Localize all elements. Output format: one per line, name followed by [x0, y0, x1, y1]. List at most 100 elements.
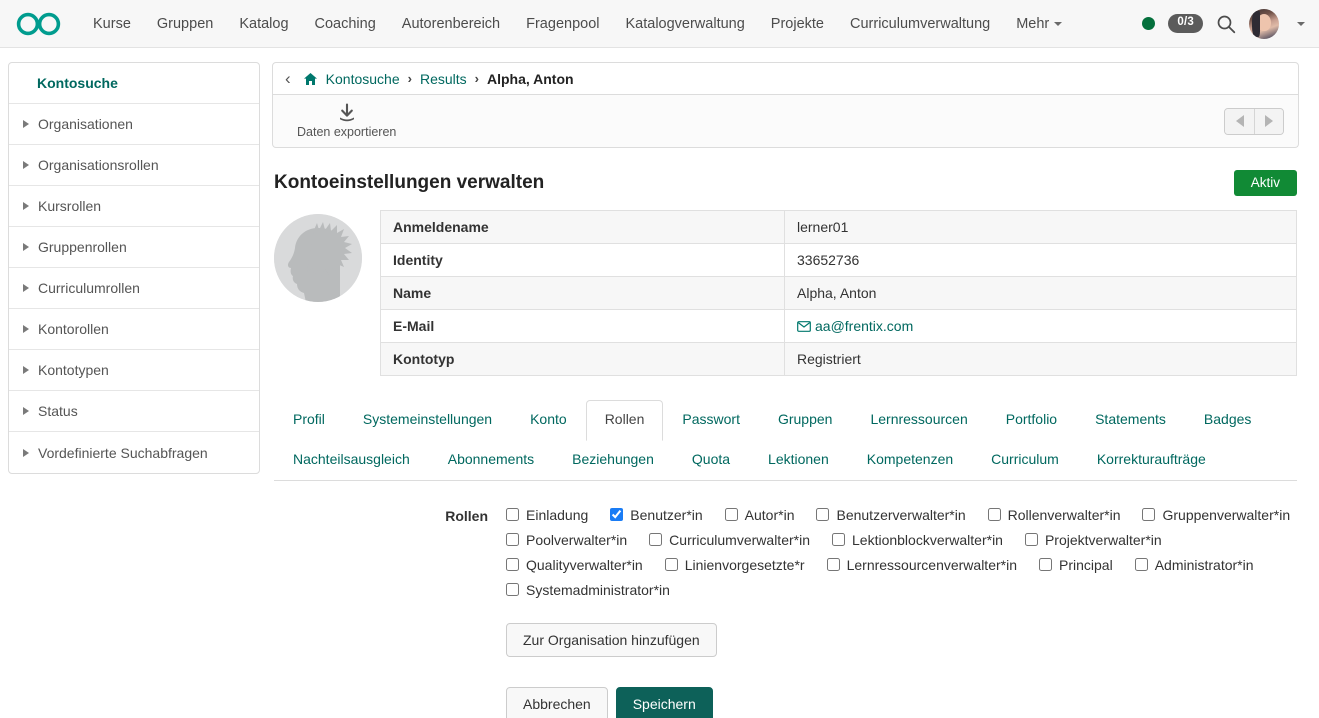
- checkbox-rollenverwalter[interactable]: Rollenverwalter*in: [987, 507, 1120, 523]
- sidebar-item-kontorollen[interactable]: Kontorollen: [9, 309, 259, 350]
- triangle-right-icon: [23, 161, 29, 169]
- nav-item-katalogverwaltung[interactable]: Katalogverwaltung: [612, 10, 757, 38]
- checkbox-input[interactable]: [1134, 558, 1148, 572]
- checkbox-input[interactable]: [649, 533, 663, 547]
- sidebar-item-organisationen[interactable]: Organisationen: [9, 104, 259, 145]
- checkbox-input[interactable]: [832, 533, 845, 547]
- checkbox-input[interactable]: [987, 508, 1001, 522]
- email-link[interactable]: aa@frentix.com: [815, 318, 913, 334]
- info-value: Alpha, Anton: [784, 276, 1297, 310]
- title-row: Kontoeinstellungen verwalten Aktiv: [274, 170, 1297, 196]
- add-to-organisation-button[interactable]: Zur Organisation hinzufügen: [506, 622, 717, 658]
- tab-quota[interactable]: Quota: [673, 440, 749, 480]
- nav-item-fragenpool[interactable]: Fragenpool: [513, 10, 612, 38]
- triangle-right-icon: [23, 448, 29, 457]
- tab-statements[interactable]: Statements: [1076, 400, 1185, 440]
- tab-gruppen[interactable]: Gruppen: [759, 400, 851, 440]
- export-data-button[interactable]: Daten exportieren: [291, 101, 402, 141]
- info-key: Kontotyp: [380, 342, 785, 376]
- checkbox-input[interactable]: [506, 508, 519, 522]
- breadcrumb-item-results[interactable]: Results: [420, 71, 467, 87]
- checkbox-input[interactable]: [506, 533, 519, 547]
- checkbox-benutzerverwalter[interactable]: Benutzerverwalter*in: [816, 507, 966, 523]
- cancel-button[interactable]: Abbrechen: [506, 687, 608, 718]
- sidebar-item-kontotypen[interactable]: Kontotypen: [9, 350, 259, 391]
- sidebar-item-vordefinierte-suchabfragen[interactable]: Vordefinierte Suchabfragen: [9, 432, 259, 473]
- infinity-logo[interactable]: [16, 10, 62, 38]
- page-body: Kontosuche Organisationen Organisationsr…: [0, 48, 1319, 718]
- checkbox-input[interactable]: [506, 558, 519, 572]
- nav-item-curriculumverwaltung[interactable]: Curriculumverwaltung: [837, 10, 1003, 38]
- roles-checkbox-groups: Einladung Benutzer*in Autor*in Benutzerv…: [506, 507, 1312, 607]
- checkbox-lektionblockverwalter[interactable]: Lektionblockverwalter*in: [832, 532, 1003, 548]
- checkbox-gruppenverwalter[interactable]: Gruppenverwalter*in: [1142, 507, 1290, 523]
- checkbox-projektverwalter[interactable]: Projektverwalter*in: [1024, 532, 1162, 548]
- previous-record-button[interactable]: [1225, 108, 1254, 134]
- search-icon[interactable]: [1216, 14, 1236, 34]
- tab-kompetenzen[interactable]: Kompetenzen: [848, 440, 972, 480]
- tab-badges[interactable]: Badges: [1185, 400, 1270, 440]
- checkbox-benutzer[interactable]: Benutzer*in: [610, 507, 703, 523]
- tab-korrekturauftraege[interactable]: Korrekturaufträge: [1078, 440, 1225, 480]
- nav-item-autorenbereich[interactable]: Autorenbereich: [389, 10, 513, 38]
- checkbox-input[interactable]: [724, 508, 738, 522]
- sidebar-item-status[interactable]: Status: [9, 391, 259, 432]
- sidebar-item-label: Vordefinierte Suchabfragen: [38, 444, 208, 461]
- nav-item-kurse[interactable]: Kurse: [80, 10, 144, 38]
- tab-konto[interactable]: Konto: [511, 400, 586, 440]
- triangle-right-icon: [23, 366, 29, 374]
- checkbox-curriculumverwalter[interactable]: Curriculumverwalter*in: [649, 532, 810, 548]
- tab-beziehungen[interactable]: Beziehungen: [553, 440, 673, 480]
- sidebar-item-curriculumrollen[interactable]: Curriculumrollen: [9, 268, 259, 309]
- checkbox-linienvorgesetzte[interactable]: Linienvorgesetzte*r: [664, 557, 805, 573]
- checkbox-input[interactable]: [816, 508, 830, 522]
- checkbox-poolverwalter[interactable]: Poolverwalter*in: [506, 532, 627, 548]
- checkbox-principal[interactable]: Principal: [1039, 557, 1113, 573]
- user-avatar[interactable]: [1249, 8, 1279, 39]
- nav-item-gruppen[interactable]: Gruppen: [144, 10, 226, 38]
- status-indicator-dot[interactable]: [1142, 17, 1156, 30]
- nav-item-katalog[interactable]: Katalog: [226, 10, 301, 38]
- tab-profil[interactable]: Profil: [274, 400, 344, 440]
- task-counter-badge[interactable]: 0/3: [1168, 14, 1203, 33]
- checkbox-input[interactable]: [1024, 533, 1038, 547]
- checkbox-administrator[interactable]: Administrator*in: [1134, 557, 1254, 573]
- sidebar-item-kursrollen[interactable]: Kursrollen: [9, 186, 259, 227]
- checkbox-lernressourcenverwalter[interactable]: Lernressourcenverwalter*in: [826, 557, 1017, 573]
- sidebar-item-organisationsrollen[interactable]: Organisationsrollen: [9, 145, 259, 186]
- checkbox-input[interactable]: [1142, 508, 1156, 522]
- tab-curriculum[interactable]: Curriculum: [972, 440, 1078, 480]
- checkbox-autor[interactable]: Autor*in: [724, 507, 794, 523]
- nav-item-coaching[interactable]: Coaching: [302, 10, 389, 38]
- main-content: ‹ Kontosuche › Results › Alpha, Anton Da…: [272, 62, 1299, 718]
- nav-item-projekte[interactable]: Projekte: [758, 10, 837, 38]
- tab-abonnements[interactable]: Abonnements: [429, 440, 553, 480]
- checkbox-input[interactable]: [610, 508, 624, 522]
- checkbox-input[interactable]: [826, 558, 840, 572]
- save-button[interactable]: Speichern: [615, 687, 713, 718]
- tab-passwort[interactable]: Passwort: [663, 400, 759, 440]
- tab-rollen[interactable]: Rollen: [585, 400, 664, 441]
- next-record-button[interactable]: [1254, 108, 1283, 134]
- checkbox-input[interactable]: [664, 558, 678, 572]
- home-icon[interactable]: [303, 72, 318, 86]
- tab-lektionen[interactable]: Lektionen: [749, 440, 848, 480]
- tab-nachteilsausgleich[interactable]: Nachteilsausgleich: [274, 440, 429, 480]
- checkbox-label: Poolverwalter*in: [526, 531, 628, 548]
- checkbox-qualityverwalter[interactable]: Qualityverwalter*in: [506, 557, 643, 573]
- checkbox-einladung[interactable]: Einladung: [506, 507, 588, 523]
- nav-item-mehr[interactable]: Mehr: [1003, 10, 1075, 38]
- user-menu-chevron-down-icon[interactable]: [1297, 21, 1305, 26]
- tab-lernressourcen[interactable]: Lernressourcen: [851, 400, 986, 440]
- sidebar-item-gruppenrollen[interactable]: Gruppenrollen: [9, 227, 259, 268]
- tab-portfolio[interactable]: Portfolio: [987, 400, 1076, 440]
- tab-systemeinstellungen[interactable]: Systemeinstellungen: [344, 400, 511, 440]
- chevron-left-icon[interactable]: ‹: [285, 70, 295, 87]
- table-row: Identity 33652736: [380, 243, 1297, 277]
- checkbox-systemadministrator[interactable]: Systemadministrator*in: [506, 582, 670, 598]
- triangle-left-icon: [1235, 115, 1244, 127]
- status-badge[interactable]: Aktiv: [1233, 170, 1297, 196]
- checkbox-input[interactable]: [1039, 558, 1052, 572]
- checkbox-input[interactable]: [506, 583, 519, 597]
- breadcrumb-item-kontosuche[interactable]: Kontosuche: [326, 71, 400, 87]
